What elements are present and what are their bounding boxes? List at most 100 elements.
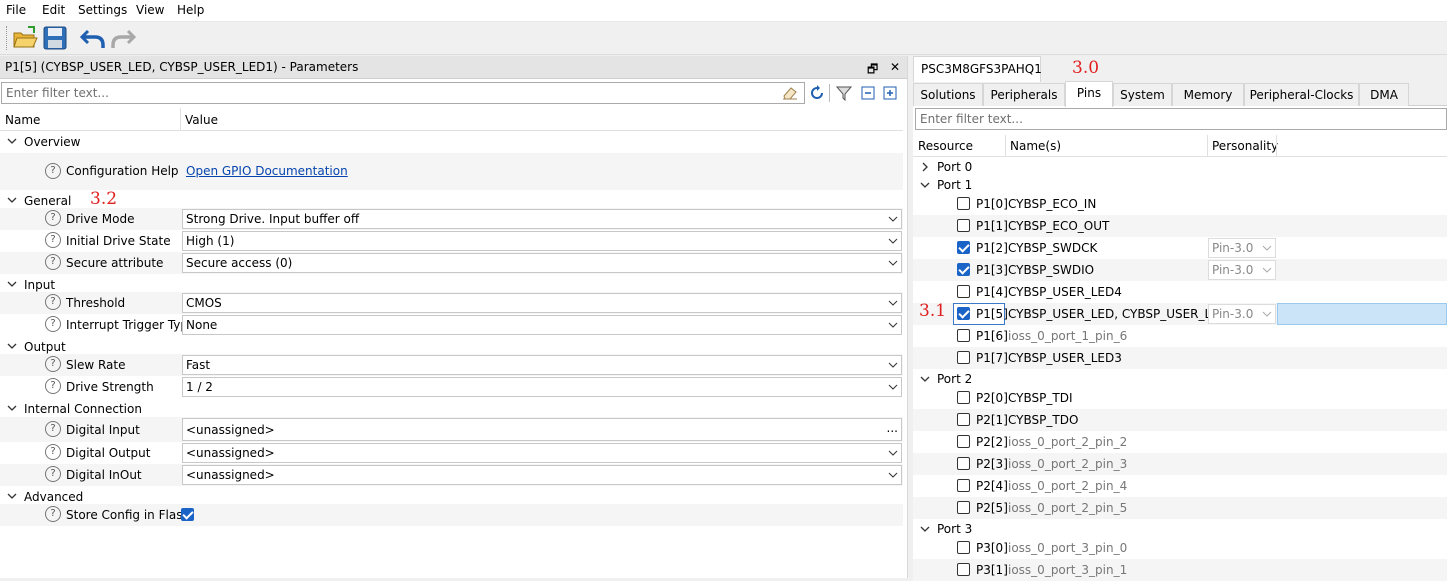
- pin-checkbox[interactable]: [957, 285, 970, 298]
- drive-mode-select[interactable]: Strong Drive. Input buffer off: [182, 209, 902, 229]
- pin-row[interactable]: P1[4] CYBSP_USER_LED4: [913, 281, 1447, 303]
- pin-row[interactable]: P1[2] CYBSP_SWDCK Pin-3.0: [913, 237, 1447, 259]
- pin-row[interactable]: P2[4] ioss_0_port_2_pin_4: [913, 475, 1447, 497]
- collapse-all-icon[interactable]: [860, 85, 876, 101]
- help-icon[interactable]: ?: [45, 294, 61, 310]
- undo-button[interactable]: [79, 25, 106, 51]
- digital-input-field[interactable]: <unassigned> ...: [182, 418, 902, 441]
- port-row-p3[interactable]: Port 3: [913, 519, 1447, 537]
- pin-row[interactable]: P2[0] CYBSP_TDI: [913, 387, 1447, 409]
- refresh-icon[interactable]: [809, 85, 825, 101]
- pin-row[interactable]: P2[3] ioss_0_port_2_pin_3: [913, 453, 1447, 475]
- col-names-header[interactable]: Name(s): [1010, 139, 1061, 153]
- port-row-p0[interactable]: Port 0: [913, 157, 1447, 175]
- pin-checkbox[interactable]: [957, 435, 970, 448]
- filter-icon[interactable]: [836, 85, 852, 101]
- port-row-p1[interactable]: Port 1: [913, 175, 1447, 193]
- pin-checkbox[interactable]: [957, 241, 970, 254]
- pin-checkbox[interactable]: [957, 351, 970, 364]
- personality-select[interactable]: Pin-3.0: [1208, 238, 1276, 258]
- help-icon[interactable]: ?: [45, 421, 61, 437]
- personality-select[interactable]: Pin-3.0: [1208, 304, 1276, 324]
- port-row-p2[interactable]: Port 2: [913, 369, 1447, 387]
- help-icon[interactable]: ?: [45, 466, 61, 482]
- save-button[interactable]: [42, 25, 68, 51]
- menu-edit[interactable]: Edit: [42, 3, 65, 17]
- col-personality-header[interactable]: Personality: [1212, 139, 1278, 153]
- pin-id: P1[3]: [976, 263, 1008, 277]
- store-config-checkbox[interactable]: [181, 508, 194, 521]
- pin-checkbox[interactable]: [957, 197, 970, 210]
- pin-checkbox[interactable]: [957, 219, 970, 232]
- pin-row[interactable]: P2[1] CYBSP_TDO: [913, 409, 1447, 431]
- help-icon[interactable]: ?: [45, 356, 61, 372]
- help-icon[interactable]: ?: [45, 163, 61, 179]
- browse-button[interactable]: ...: [887, 421, 898, 435]
- col-value-header[interactable]: Value: [185, 113, 218, 127]
- help-icon[interactable]: ?: [45, 232, 61, 248]
- secure-attribute-select[interactable]: Secure access (0): [182, 253, 902, 273]
- menu-settings[interactable]: Settings: [78, 3, 127, 17]
- close-panel-icon[interactable]: ✕: [890, 60, 900, 74]
- eraser-icon[interactable]: [782, 86, 798, 100]
- pin-checkbox[interactable]: [957, 457, 970, 470]
- pin-row[interactable]: P1[0] CYBSP_ECO_IN: [913, 193, 1447, 215]
- pin-checkbox[interactable]: [957, 391, 970, 404]
- digital-output-select[interactable]: <unassigned>: [182, 443, 902, 463]
- tab-peripheral-clocks[interactable]: Peripheral-Clocks: [1244, 83, 1359, 106]
- help-icon[interactable]: ?: [45, 254, 61, 270]
- parameters-filter-input[interactable]: [6, 86, 728, 100]
- tab-dma[interactable]: DMA: [1359, 83, 1409, 106]
- help-icon[interactable]: ?: [45, 444, 61, 460]
- drive-strength-select[interactable]: 1 / 2: [182, 377, 902, 397]
- pin-row[interactable]: P2[5] ioss_0_port_2_pin_5: [913, 497, 1447, 519]
- tab-system[interactable]: System: [1113, 83, 1172, 106]
- help-icon[interactable]: ?: [45, 210, 61, 226]
- pin-row[interactable]: P1[1] CYBSP_ECO_OUT: [913, 215, 1447, 237]
- pin-checkbox[interactable]: [957, 501, 970, 514]
- digital-inout-select[interactable]: <unassigned>: [182, 465, 902, 485]
- help-icon[interactable]: ?: [45, 378, 61, 394]
- tab-memory[interactable]: Memory: [1172, 83, 1244, 106]
- menu-file[interactable]: File: [6, 3, 26, 17]
- pins-filter-input[interactable]: [920, 112, 1397, 126]
- pin-row[interactable]: P2[2] ioss_0_port_2_pin_2: [913, 431, 1447, 453]
- tab-solutions[interactable]: Solutions: [913, 83, 983, 106]
- menu-help[interactable]: Help: [177, 3, 204, 17]
- redo-button[interactable]: [110, 25, 137, 51]
- col-resource-header[interactable]: Resource: [918, 139, 973, 153]
- pin-checkbox[interactable]: [957, 541, 970, 554]
- help-icon[interactable]: ?: [45, 316, 61, 332]
- pin-row[interactable]: P3[0] ioss_0_port_3_pin_0: [913, 537, 1447, 559]
- open-button[interactable]: [12, 25, 38, 51]
- menu-view[interactable]: View: [136, 3, 164, 17]
- tab-pins[interactable]: Pins: [1065, 81, 1113, 107]
- pin-checkbox[interactable]: [957, 479, 970, 492]
- group-label: General: [24, 194, 72, 208]
- pin-row[interactable]: P1[3] CYBSP_SWDIO Pin-3.0: [913, 259, 1447, 281]
- pin-checkbox[interactable]: [957, 307, 970, 320]
- gpio-documentation-link[interactable]: Open GPIO Documentation: [186, 164, 348, 178]
- initial-drive-state-select[interactable]: High (1): [182, 231, 902, 251]
- param-name: Digital Input: [66, 423, 140, 437]
- interrupt-trigger-select[interactable]: None: [182, 315, 902, 335]
- save-icon: [43, 26, 67, 50]
- pin-checkbox[interactable]: [957, 263, 970, 276]
- group-overview[interactable]: Overview: [0, 131, 903, 153]
- pin-name: ioss_0_port_1_pin_6: [1008, 329, 1128, 343]
- pin-row[interactable]: P1[6] ioss_0_port_1_pin_6: [913, 325, 1447, 347]
- col-name-header[interactable]: Name: [5, 113, 40, 127]
- pin-checkbox[interactable]: [957, 563, 970, 576]
- device-tab[interactable]: PSC3M8GFS3PAHQ1: [913, 56, 1042, 82]
- pin-row[interactable]: 3.1 P1[5] CYBSP_USER_LED, CYBSP_USER_LED1 P…: [913, 301, 1447, 325]
- personality-select[interactable]: Pin-3.0: [1208, 260, 1276, 280]
- help-icon[interactable]: ?: [45, 506, 61, 522]
- restore-window-icon[interactable]: 🗗: [867, 60, 878, 81]
- pin-checkbox[interactable]: [957, 413, 970, 426]
- pin-checkbox[interactable]: [957, 329, 970, 342]
- tab-peripherals[interactable]: Peripherals: [983, 83, 1065, 106]
- slew-rate-select[interactable]: Fast: [182, 355, 902, 375]
- expand-all-icon[interactable]: [882, 85, 898, 101]
- pin-row[interactable]: P1[7] CYBSP_USER_LED3: [913, 347, 1447, 369]
- threshold-select[interactable]: CMOS: [182, 293, 902, 313]
